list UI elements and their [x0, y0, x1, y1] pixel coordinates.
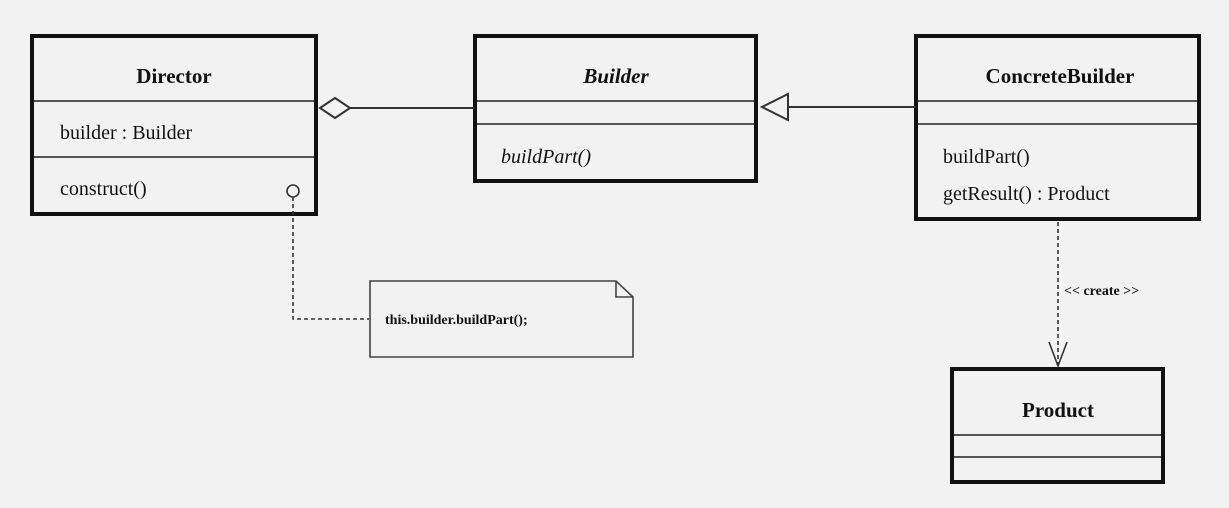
- note[interactable]: this.builder.buildPart();: [292, 197, 634, 358]
- class-name: ConcreteBuilder: [986, 64, 1135, 88]
- generalization-triangle-icon: [759, 92, 789, 122]
- uml-class-diagram: Director builder : Builder construct() B…: [30, 34, 1201, 484]
- note-text: this.builder.buildPart();: [385, 313, 528, 328]
- note-anchor-circle: [286, 184, 300, 198]
- class-name: Builder: [582, 64, 649, 88]
- operation: buildPart(): [501, 146, 591, 168]
- class-name: Product: [1022, 398, 1094, 422]
- operation: construct(): [60, 178, 147, 200]
- attribute: builder : Builder: [60, 122, 193, 144]
- aggregation-relation: [318, 96, 475, 120]
- class-builder[interactable]: Builder buildPart(): [473, 34, 758, 183]
- class-name: Director: [136, 64, 211, 88]
- dependency-label: << create >>: [1064, 284, 1139, 299]
- dependency-relation: << create >>: [1048, 222, 1139, 369]
- generalization-relation: [759, 92, 916, 122]
- class-concrete-builder[interactable]: ConcreteBuilder buildPart() getResult() …: [914, 34, 1201, 221]
- class-product[interactable]: Product: [950, 367, 1165, 484]
- class-director[interactable]: Director builder : Builder construct(): [30, 34, 318, 216]
- operation: getResult() : Product: [943, 183, 1110, 205]
- operation: buildPart(): [943, 146, 1030, 168]
- aggregation-diamond-icon: [318, 96, 352, 120]
- class-box: [950, 367, 1165, 484]
